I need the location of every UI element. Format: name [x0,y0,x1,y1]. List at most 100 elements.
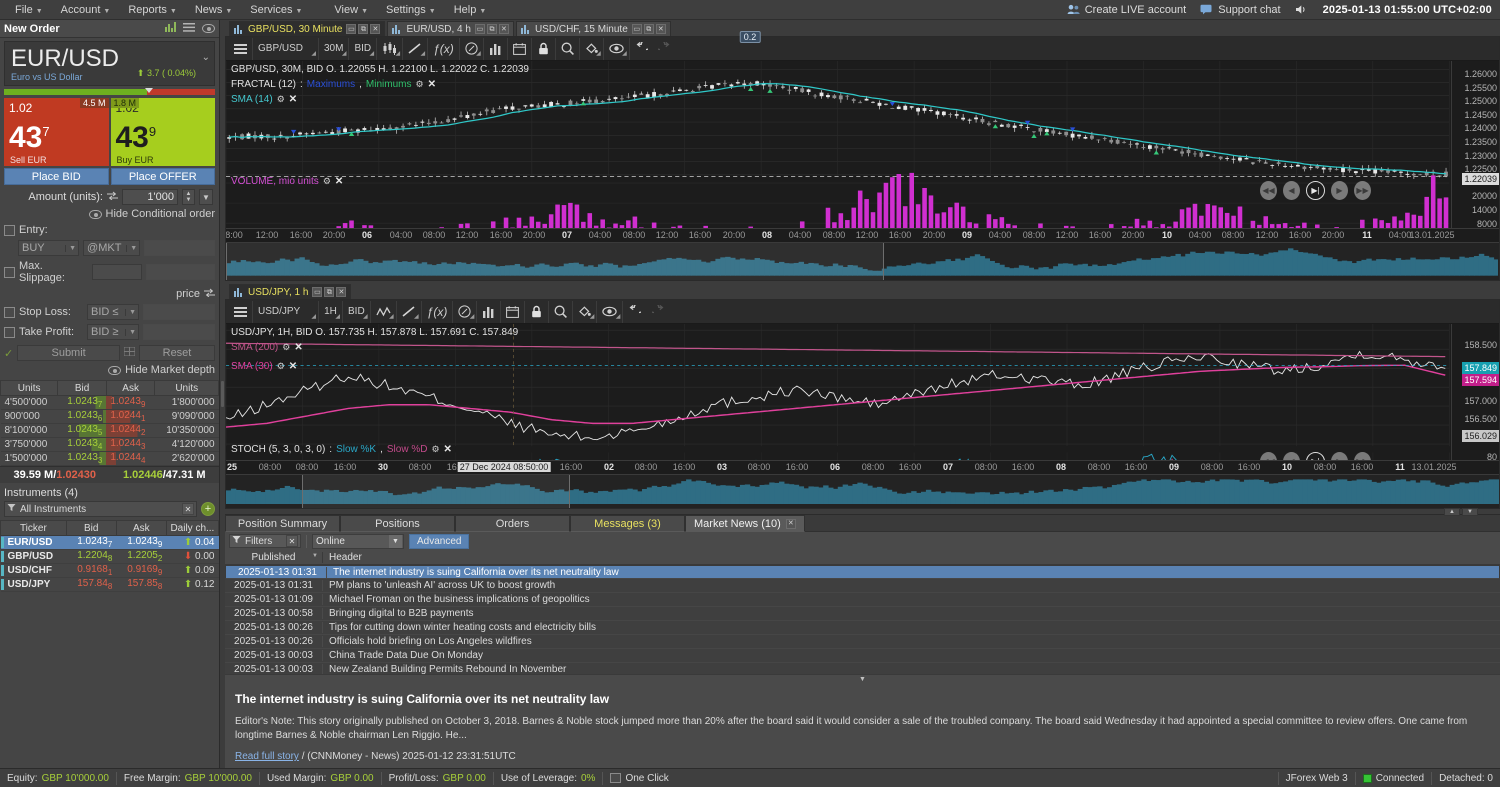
news-row[interactable]: 2025-01-13 01:31 The internet industry is… [225,565,1500,579]
instrument-row-eurusd[interactable]: EUR/USD 1.02437 1.02439 ⬆ 0.04 [0,535,219,550]
take-profit-condition-select[interactable]: BID ≥ ▼ [87,324,139,340]
table-row[interactable]: 1'500'000 1.02433 1.02444 2'620'000 [0,451,219,466]
news-row[interactable]: 2025-01-13 00:03 China Trade Data Due On … [225,649,1500,663]
tab-positions[interactable]: Positions [340,515,455,532]
amount-input[interactable] [122,189,178,205]
table-row[interactable]: 900'000 1.02436 1.02441 9'090'000 [0,409,219,424]
close-icon[interactable]: ✕ [428,79,436,90]
menu-settings[interactable]: Settings ▼ [377,2,445,18]
playback-play[interactable]: ▶| [1306,452,1325,460]
chart2-period-select[interactable]: 1H ◢ [318,300,342,323]
entry-checkbox[interactable] [4,224,15,236]
chart2-navigator[interactable] [226,474,1499,508]
chart1-calendar-button[interactable] [506,37,531,60]
gear-icon[interactable]: ⚙ [323,176,331,187]
chart1-draw-tool-button[interactable]: ◢ [402,37,427,60]
tab-market-news[interactable]: Market News (10) ✕ [685,515,805,532]
gear-icon[interactable]: ⚙ [277,361,285,372]
news-row[interactable]: 2025-01-13 00:58 Bringing digital to B2B … [225,607,1500,621]
instrument-row-usdjpy[interactable]: USD/JPY 157.848 157.858 ⬆ 0.12 [0,577,219,592]
chart2-side-select[interactable]: BID ◢ [342,300,370,323]
tab-orders[interactable]: Orders [455,515,570,532]
chart1-navigator[interactable] [226,242,1499,280]
amount-dropdown-button[interactable]: ▼ [199,189,213,205]
chart-tab-usdchf[interactable]: USD/CHF, 15 Minute ▭ ⧉ ✕ [515,21,671,36]
news-filters-field[interactable]: Filters ✕ [229,534,301,548]
chart2-instrument-select[interactable]: USD/JPY ◢ [252,300,318,323]
chart2-info-button[interactable]: ◢ [452,300,476,323]
news-list[interactable]: 2025-01-13 01:31 The internet industry is… [225,565,1500,674]
sound-toggle[interactable] [1295,4,1309,15]
chart1-redo-button[interactable] [653,38,677,60]
tab-position-summary[interactable]: Position Summary [225,515,340,532]
chart2-draw-tool-button[interactable]: ◢ [395,300,421,323]
menu-view[interactable]: View ▼ [325,2,377,18]
chart1-instrument-select[interactable]: GBP/USD ◢ [252,37,318,60]
collapse-down-button[interactable]: ▼ [1462,508,1478,516]
chevron-down-icon[interactable]: ⌄ [202,52,210,63]
reset-button[interactable]: Reset [139,345,215,361]
close-icon[interactable]: ✕ [294,342,302,353]
one-click-checkbox[interactable] [610,773,622,783]
chart2-zoom-button[interactable] [548,300,572,323]
chart2-visibility-button[interactable]: ◢ [596,300,622,323]
stop-loss-condition-select[interactable]: BID ≤ ▼ [87,304,139,320]
menu-reports[interactable]: Reports ▼ [119,2,185,18]
chart2-lock-button[interactable] [524,300,548,323]
gear-icon[interactable]: ⚙ [431,444,439,455]
instrument-selector[interactable]: EUR/USD Euro vs US Dollar ⬆ 3.7 ( 0.04%)… [4,41,215,86]
swap-price-icon[interactable] [204,288,215,300]
chart2-chart-type-button[interactable]: ◢ [369,300,396,323]
collapse-up-button[interactable]: ▲ [1444,508,1460,516]
close-icon[interactable]: ✕ [335,176,343,187]
chart2-indicators-button[interactable]: ƒ(x) [420,300,453,323]
gear-icon[interactable]: ⚙ [415,79,423,90]
sell-quote-button[interactable]: 4.5 M 1.02 437 Sell EUR [4,98,109,166]
create-live-account-link[interactable]: Create LIVE account [1067,4,1186,16]
hide-conditional-toggle[interactable]: Hide Conditional order [4,208,215,220]
news-col-published[interactable]: Published ▼ [225,551,323,563]
playback-play[interactable]: ▶| [1306,181,1325,200]
menu-help[interactable]: Help ▼ [445,2,496,18]
chart1-visibility-button[interactable]: ◢ [602,37,629,60]
support-chat-link[interactable]: Support chat [1200,4,1281,16]
close-icon[interactable]: ✕ [289,361,297,372]
chart-tab-eurusd[interactable]: EUR/USD, 4 h ▭ ⧉ ✕ [387,21,514,36]
maximize-icon[interactable]: ⧉ [324,287,335,297]
menu-account[interactable]: Account ▼ [52,2,120,18]
chart1-indicators-button[interactable]: ƒ(x) [427,37,459,60]
table-row[interactable]: 3'750'000 1.02434 1.02443 4'120'000 [0,437,219,452]
amount-stepper[interactable]: ▲ ▼ [182,189,195,205]
chart1-lock-button[interactable] [530,37,555,60]
playback-next-fast[interactable]: ▶▶ [1354,181,1371,200]
chart2-redo-button[interactable] [646,301,670,323]
chart-tab-gbpusd[interactable]: GBP/USD, 30 Minute ▭ ⧉ ✕ [229,21,386,36]
chart2-volume-button[interactable] [476,300,500,323]
clear-filter-button[interactable]: ✕ [182,503,194,515]
playback-prev-fast[interactable]: ◀◀ [1260,181,1277,200]
read-full-story-link[interactable]: Read full story [235,751,299,762]
minimize-icon[interactable]: ▭ [346,24,357,34]
playback-next[interactable]: ▶ [1331,181,1348,200]
chart1-undo-button[interactable] [628,37,653,60]
news-row[interactable]: 2025-01-13 00:26 Officials hold briefing … [225,635,1500,649]
instrument-row-gbpusd[interactable]: GBP/USD 1.22048 1.22052 ⬇ 0.00 [0,549,219,564]
gear-icon[interactable]: ⚙ [277,94,285,105]
chart2-color-button[interactable]: ◢ [572,300,596,323]
chart-toggle-icon[interactable] [165,22,176,35]
minimize-icon[interactable]: ▭ [474,24,485,34]
hide-market-depth-toggle[interactable]: Hide Market depth [4,364,215,376]
maximize-icon[interactable]: ⧉ [643,24,654,34]
chart-tab-usdjpy[interactable]: USD/JPY, 1 h ▭ ⧉ ✕ [229,284,352,299]
close-icon[interactable]: ✕ [655,24,666,34]
chart1-side-select[interactable]: BID ◢ [348,37,376,60]
place-offer-button[interactable]: Place OFFER [110,168,215,185]
gear-icon[interactable]: ⚙ [282,342,290,353]
close-icon[interactable]: ✕ [444,444,452,455]
news-advanced-button[interactable]: Advanced [409,533,470,549]
instruments-filter-input[interactable]: All Instruments ✕ [4,501,197,517]
news-list-expander[interactable]: ▼ [225,674,1500,684]
close-icon[interactable]: ✕ [498,24,509,34]
clear-news-filter-button[interactable]: ✕ [286,535,298,547]
chart1-volume-button[interactable] [482,37,507,60]
